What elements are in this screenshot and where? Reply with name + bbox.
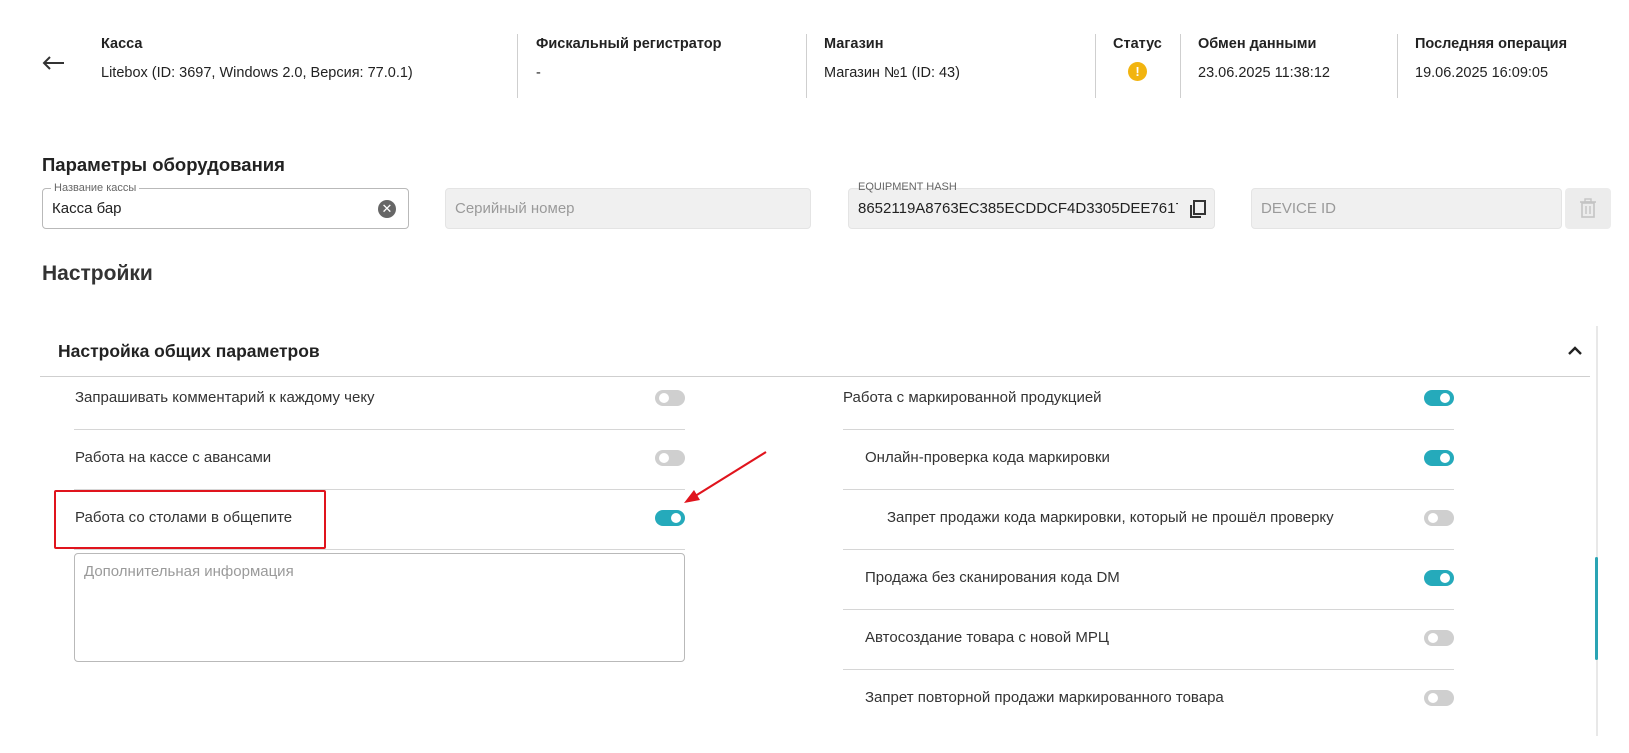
info-last-operation: Последняя операция 19.06.2025 16:09:05: [1415, 36, 1567, 98]
info-last-operation-label: Последняя операция: [1415, 36, 1568, 52]
scrollbar-thumb[interactable]: [1595, 557, 1598, 660]
setting-label: Онлайн-проверка кода маркировки: [865, 449, 1110, 466]
additional-info-textarea[interactable]: Дополнительная информация: [74, 553, 685, 662]
info-fiscal: Фискальный регистратор -: [536, 36, 721, 98]
toggle-switch[interactable]: [1424, 450, 1454, 466]
device-id-placeholder: DEVICE ID: [1261, 200, 1337, 217]
toggle-switch[interactable]: [1424, 390, 1454, 406]
setting-row: Запрет продажи кода маркировки, который …: [843, 490, 1454, 550]
info-last-operation-value: 19.06.2025 16:09:05: [1415, 65, 1549, 81]
info-exchange: Обмен данными 23.06.2025 11:38:12: [1198, 36, 1330, 98]
equipment-hash-field[interactable]: EQUIPMENT HASH 8652119A8763EC385ECDDCF4D…: [848, 181, 1215, 229]
setting-label: Автосоздание товара с новой МРЦ: [865, 629, 1109, 646]
cashbox-name-label: Название кассы: [51, 181, 140, 195]
equipment-title: Параметры оборудования: [42, 154, 285, 175]
row-divider: [74, 549, 685, 550]
divider: [1397, 34, 1398, 98]
info-kassa: Касса Litebox (ID: 3697, Windows 2.0, Ве…: [101, 36, 413, 98]
toggle-switch[interactable]: [1424, 630, 1454, 646]
setting-label: Работа с маркированной продукцией: [843, 389, 1102, 406]
warning-icon: !: [1128, 62, 1147, 81]
setting-label: Запрашивать комментарий к каждому чеку: [75, 389, 375, 406]
info-store: Магазин Магазин №1 (ID: 43): [824, 36, 960, 98]
scrollbar-track: [1596, 326, 1598, 736]
info-exchange-label: Обмен данными: [1198, 36, 1317, 52]
setting-row: Автосоздание товара с новой МРЦ: [843, 610, 1454, 670]
chevron-up-icon[interactable]: [1564, 340, 1586, 362]
setting-row: Запрашивать комментарий к каждому чеку: [74, 370, 685, 430]
annotation-arrow-icon: [684, 451, 767, 503]
setting-label: Работа со столами в общепите: [75, 509, 293, 526]
setting-label: Работа на кассе с авансами: [75, 449, 272, 466]
copy-icon[interactable]: [1188, 199, 1208, 219]
setting-row: Работа с маркированной продукцией: [843, 370, 1454, 430]
delete-button[interactable]: [1565, 188, 1611, 229]
toggle-switch[interactable]: [1424, 510, 1454, 526]
serial-number-field[interactable]: Серийный номер: [445, 188, 811, 229]
clear-icon[interactable]: ✕: [378, 200, 396, 218]
setting-row: Продажа без сканирования кода DM: [843, 550, 1454, 610]
cashbox-name-field[interactable]: Название кассы Касса бар ✕: [42, 181, 409, 229]
divider: [806, 34, 807, 98]
setting-row: Запрет повторной продажи маркированного …: [843, 670, 1454, 730]
arrow-left-icon: [42, 56, 64, 70]
setting-label: Запрет повторной продажи маркированного …: [865, 689, 1224, 706]
device-id-field[interactable]: DEVICE ID: [1251, 188, 1562, 229]
info-store-value: Магазин №1 (ID: 43): [824, 65, 960, 81]
toggle-switch[interactable]: [1424, 570, 1454, 586]
toggle-switch[interactable]: [655, 390, 685, 406]
divider: [1095, 34, 1096, 98]
setting-label: Запрет продажи кода маркировки, который …: [887, 509, 1334, 526]
info-exchange-value: 23.06.2025 11:38:12: [1198, 65, 1330, 81]
toggle-switch[interactable]: [655, 510, 685, 526]
divider: [517, 34, 518, 98]
setting-row: Работа со столами в общепите: [74, 490, 685, 550]
info-fiscal-value: -: [536, 65, 541, 81]
info-kassa-value: Litebox (ID: 3697, Windows 2.0, Версия: …: [101, 65, 413, 81]
divider: [1180, 34, 1181, 98]
info-status: Статус !: [1113, 36, 1162, 98]
info-status-label: Статус: [1113, 36, 1162, 52]
serial-number-placeholder: Серийный номер: [455, 200, 575, 217]
toggle-switch[interactable]: [655, 450, 685, 466]
info-kassa-label: Касса: [101, 36, 143, 52]
setting-row: Онлайн-проверка кода маркировки: [843, 430, 1454, 490]
trash-icon: [1580, 198, 1596, 218]
info-fiscal-label: Фискальный регистратор: [536, 36, 722, 52]
equipment-hash-value: 8652119A8763EC385ECDDCF4D3305DEE76176: [858, 200, 1178, 217]
additional-info-placeholder: Дополнительная информация: [84, 563, 294, 580]
back-button[interactable]: [40, 52, 66, 74]
cashbox-name-value: Касса бар: [52, 200, 122, 217]
settings-title: Настройки: [42, 262, 153, 285]
info-store-label: Магазин: [824, 36, 884, 52]
equipment-hash-label: EQUIPMENT HASH: [858, 181, 957, 193]
setting-label: Продажа без сканирования кода DM: [865, 569, 1120, 586]
setting-row: Работа на кассе с авансами: [74, 430, 685, 490]
accordion-title[interactable]: Настройка общих параметров: [58, 341, 320, 362]
toggle-switch[interactable]: [1424, 690, 1454, 706]
